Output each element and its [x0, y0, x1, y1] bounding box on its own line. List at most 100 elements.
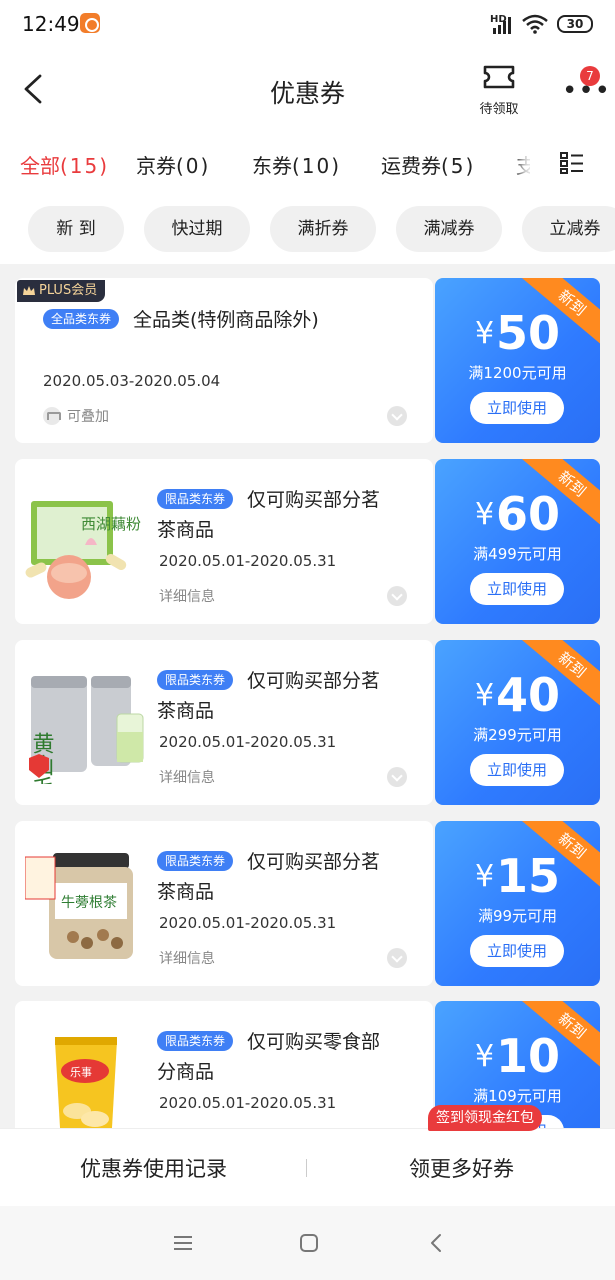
- checkin-cash-bonus-badge[interactable]: 签到领现金红包: [428, 1105, 542, 1131]
- coupon-type-tag: 限品类东券: [157, 1031, 234, 1051]
- coupon-title-text-line2: 分商品: [157, 1061, 215, 1083]
- coupon-title-text: 仅可购买部分茗: [247, 851, 381, 873]
- coupon-value-panel: 新到 ¥60 满499元可用 立即使用: [435, 459, 600, 624]
- details-link[interactable]: 详细信息: [159, 586, 215, 606]
- coupon-type-tag: 限品类东券: [157, 489, 234, 509]
- coupon-title: 限品类东券 仅可购买零食部 分商品: [157, 1027, 380, 1087]
- currency-symbol: ¥: [474, 859, 495, 894]
- stackable-text: 可叠加: [67, 409, 109, 425]
- coupon-card: PLUS会员 全品类东券 全品类(特例商品除外) 2020.05.03-2020.…: [15, 278, 600, 443]
- use-now-button[interactable]: 立即使用: [470, 392, 564, 424]
- coupon-amount: ¥15: [435, 849, 600, 903]
- menu-icon[interactable]: [170, 1230, 196, 1256]
- filter-new-arrival[interactable]: 新 到: [28, 206, 124, 252]
- plus-member-tag: PLUS会员: [17, 280, 106, 302]
- tab-jd-coupon[interactable]: 京券(0): [136, 150, 210, 179]
- amount-value: 10: [496, 1029, 561, 1083]
- tab-label: 运费券: [381, 154, 441, 178]
- details-link[interactable]: 详细信息: [159, 767, 215, 787]
- coupon-info[interactable]: 西湖藕粉 限品类东券 仅可购买部分茗 茶商品 2020.05.01-2020.05…: [15, 459, 433, 624]
- bottom-action-bar: 优惠券使用记录 领更多好券 签到领现金红包: [0, 1105, 615, 1206]
- filter-chips: 新 到 快过期 满折券 满减券 立减券: [0, 194, 615, 264]
- coupon-info[interactable]: PLUS会员 全品类东券 全品类(特例商品除外) 2020.05.03-2020.…: [15, 278, 433, 443]
- tab-count: (0): [176, 154, 211, 178]
- filter-expiring[interactable]: 快过期: [144, 206, 250, 252]
- amount-value: 40: [496, 668, 561, 722]
- product-package-text: 西湖藕粉: [81, 515, 141, 533]
- usage-condition: 满299元可用: [473, 726, 562, 744]
- coupon-value-panel: 新到 ¥40 满299元可用 立即使用: [435, 640, 600, 805]
- app-notification-icon: [80, 13, 100, 33]
- filter-instant-reduction[interactable]: 立减券: [522, 206, 615, 252]
- coupon-title-text-line2: 茶商品: [157, 881, 215, 903]
- filter-full-reduction[interactable]: 满减券: [396, 206, 502, 252]
- coupon-value-panel: 新到 ¥15 满99元可用 立即使用: [435, 821, 600, 986]
- chevron-down-icon[interactable]: [387, 767, 407, 787]
- coupon-validity: 2020.05.01-2020.05.31: [159, 733, 337, 751]
- status-time: 12:49: [22, 12, 80, 36]
- coupon-info[interactable]: 牛蒡根茶 限品类东券 仅可购买部分茗 茶商品 2020.05.01-2020.05…: [15, 821, 433, 986]
- coupon-list: PLUS会员 全品类东券 全品类(特例商品除外) 2020.05.03-2020.…: [0, 264, 615, 1129]
- amount-value: 50: [496, 306, 561, 360]
- coupon-amount: ¥10: [435, 1029, 600, 1083]
- category-grid-icon[interactable]: [560, 152, 584, 174]
- tab-label: 全部: [20, 154, 60, 178]
- get-more-coupons-button[interactable]: 领更多好券: [308, 1153, 615, 1183]
- currency-symbol: ¥: [474, 316, 495, 351]
- coupon-usage-record-button[interactable]: 优惠券使用记录: [0, 1153, 307, 1183]
- coupon-amount: ¥50: [435, 306, 600, 360]
- coupon-title-text: 仅可购买部分茗: [247, 489, 381, 511]
- category-tabs: 全部(15) 京券(0) 东券(10) 运费券(5) 支: [0, 132, 615, 194]
- coupon-info[interactable]: 黄山毛峰 限品类东券仅可购买部分茗 茶商品 2020.05.01-2020.05…: [15, 640, 433, 805]
- system-nav-bar: [0, 1206, 615, 1280]
- more-menu-button[interactable]: ••• 7: [558, 66, 610, 112]
- stackable-label: 可叠加: [43, 406, 109, 426]
- tab-dong-coupon[interactable]: 东券(10): [252, 150, 341, 179]
- tab-count: (10): [292, 154, 342, 178]
- plus-tag-label: PLUS会员: [39, 283, 98, 298]
- status-bar: 12:49 HD 30: [0, 0, 615, 50]
- use-now-button[interactable]: 立即使用: [470, 573, 564, 605]
- coupon-title-text: 仅可购买部分茗: [247, 670, 381, 692]
- ticket-icon: [483, 65, 515, 89]
- details-link[interactable]: 详细信息: [159, 948, 215, 968]
- coupon-title-text-line2: 茶商品: [157, 700, 215, 722]
- system-back-icon[interactable]: [424, 1230, 450, 1256]
- chevron-down-icon[interactable]: [387, 586, 407, 606]
- potato-chips-product-image: 乐事: [55, 1037, 117, 1129]
- tab-count: (5): [441, 154, 476, 178]
- coupon-validity: 2020.05.01-2020.05.31: [159, 914, 337, 932]
- tab-label: 东券: [252, 154, 292, 178]
- wifi-icon: [522, 14, 548, 34]
- filter-discount[interactable]: 满折券: [270, 206, 376, 252]
- coupon-card: 黄山毛峰 限品类东券仅可购买部分茗 茶商品 2020.05.01-2020.05…: [15, 640, 600, 805]
- coupon-card: 牛蒡根茶 限品类东券 仅可购买部分茗 茶商品 2020.05.01-2020.05…: [15, 821, 600, 986]
- coupon-type-tag: 限品类东券: [157, 670, 234, 690]
- home-icon[interactable]: [296, 1230, 322, 1256]
- coupon-title: 限品类东券 仅可购买部分茗 茶商品: [157, 847, 380, 907]
- coupon-validity: 2020.05.03-2020.05.04: [43, 372, 221, 390]
- message-count-badge: 7: [580, 66, 600, 86]
- pending-coupons-button[interactable]: 待领取: [474, 64, 524, 117]
- coupon-info[interactable]: 乐事 限品类东券 仅可购买零食部 分商品 2020.05.01-2020.05.3…: [15, 1001, 433, 1129]
- tab-all[interactable]: 全部(15): [20, 150, 109, 179]
- use-now-button[interactable]: 立即使用: [470, 935, 564, 967]
- chevron-down-icon[interactable]: [387, 406, 407, 426]
- coupon-amount: ¥60: [435, 487, 600, 541]
- chevron-down-icon[interactable]: [387, 948, 407, 968]
- currency-symbol: ¥: [474, 497, 495, 532]
- usage-condition: 满109元可用: [473, 1087, 562, 1105]
- currency-symbol: ¥: [474, 1039, 495, 1074]
- burdock-tea-product-image: 牛蒡根茶: [25, 853, 133, 959]
- tab-label: 京券: [136, 154, 176, 178]
- coupon-title-text-line2: 茶商品: [157, 519, 215, 541]
- lotus-root-powder-product-image: 西湖藕粉: [25, 501, 141, 599]
- coupon-validity: 2020.05.01-2020.05.31: [159, 552, 337, 570]
- coupon-value-panel: 新到 ¥50 满1200元可用 立即使用: [435, 278, 600, 443]
- use-now-button[interactable]: 立即使用: [470, 754, 564, 786]
- tab-shipping-coupon[interactable]: 运费券(5): [381, 150, 475, 179]
- coupon-card: 西湖藕粉 限品类东券 仅可购买部分茗 茶商品 2020.05.01-2020.05…: [15, 459, 600, 624]
- product-package-text: 牛蒡根茶: [61, 895, 117, 911]
- coupon-title-text: 仅可购买零食部: [247, 1031, 381, 1053]
- pending-label: 待领取: [479, 102, 519, 117]
